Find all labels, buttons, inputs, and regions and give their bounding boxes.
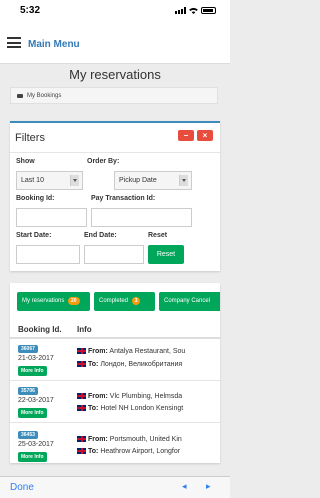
top-navbar: Main Menu [0, 24, 230, 64]
order-by-select[interactable]: Pickup Date [114, 171, 192, 190]
count-badge: 3 [131, 297, 141, 305]
filters-header: Filters − × [10, 123, 220, 153]
page-title: My reservations [69, 67, 161, 82]
order-by-select-value: Pickup Date [119, 177, 157, 184]
reset-button[interactable]: Reset [148, 245, 184, 264]
count-badge: 20 [68, 297, 80, 305]
route-to: To: Heathrow Airport, Longfor [77, 448, 180, 455]
booking-id-label: Booking Id: [16, 195, 55, 202]
route-to: To: Лондон, Великобритания [77, 361, 182, 368]
end-date-label: End Date: [84, 232, 117, 239]
uk-flag-icon [77, 348, 86, 355]
keyboard-accessory-bar: Done ◂ ▸ [0, 476, 230, 498]
show-select[interactable]: Last 10 [16, 171, 83, 190]
show-select-value: Last 10 [21, 177, 44, 184]
route-to: To: Hotel NH London Kensingt [77, 405, 183, 412]
table-row: 36453 25-03-2017 More Info From: Portsmo… [10, 427, 220, 463]
more-info-button[interactable]: More Info [18, 408, 47, 418]
chevron-down-icon [179, 175, 188, 186]
breadcrumb-item-my-bookings[interactable]: My Bookings [27, 93, 61, 99]
booking-id-badge[interactable]: 35706 [18, 387, 38, 395]
start-date-label: Start Date: [16, 232, 52, 239]
tab-company-cancel[interactable]: Company Cancel [159, 292, 220, 311]
uk-flag-icon [77, 448, 86, 455]
filters-title: Filters [15, 132, 45, 144]
order-by-label: Order By: [87, 158, 120, 165]
booking-id-input[interactable] [16, 208, 87, 227]
hamburger-menu-icon[interactable] [7, 37, 21, 48]
table-header: Booking Id. Info [10, 319, 220, 339]
reset-label: Reset [148, 232, 168, 239]
battery-icon [201, 7, 216, 14]
tab-label: My reservations [22, 298, 65, 304]
uk-flag-icon [77, 436, 86, 443]
table-row: 35706 22-03-2017 More Info From: Vlc Plu… [10, 383, 220, 423]
route-from: From: Vlc Plumbing, Helmsda [77, 393, 182, 400]
booking-id-badge[interactable]: 36453 [18, 431, 38, 439]
show-label: Show [16, 158, 35, 165]
start-date-input[interactable] [16, 245, 80, 264]
car-icon [17, 93, 23, 98]
reservations-panel: My reservations 20 Completed 3 Company C… [10, 283, 220, 463]
collapse-button[interactable]: − [178, 130, 194, 141]
uk-flag-icon [77, 361, 86, 368]
route-from: From: Portsmouth, United Kin [77, 436, 182, 443]
uk-flag-icon [77, 405, 86, 412]
table-row: 36067 21-03-2017 More Info From: Antalya… [10, 341, 220, 381]
pay-transaction-id-input[interactable] [91, 208, 192, 227]
end-date-input[interactable] [84, 245, 144, 264]
tab-label: Completed [99, 298, 129, 304]
close-button[interactable]: × [197, 130, 213, 141]
status-icons [175, 7, 216, 14]
tab-completed[interactable]: Completed 3 [94, 292, 155, 311]
previous-arrow-icon[interactable]: ◂ [182, 481, 187, 492]
booking-id-badge[interactable]: 36067 [18, 345, 38, 353]
route-from: From: Antalya Restaurant, Sou [77, 348, 185, 355]
done-button[interactable]: Done [10, 482, 34, 493]
column-header-booking-id: Booking Id. [18, 325, 62, 334]
wifi-icon [189, 7, 198, 14]
pay-transaction-id-label: Pay Transaction Id: [91, 195, 156, 202]
breadcrumb: My Bookings [10, 87, 218, 104]
tab-label: Company Cancel [164, 298, 211, 304]
uk-flag-icon [77, 393, 86, 400]
status-bar: 5:32 [0, 0, 230, 24]
booking-date: 22-03-2017 [18, 397, 54, 404]
booking-date: 25-03-2017 [18, 441, 54, 448]
column-header-info: Info [77, 325, 92, 334]
tab-my-reservations[interactable]: My reservations 20 [17, 292, 90, 311]
chevron-down-icon [70, 175, 79, 186]
status-time: 5:32 [20, 5, 41, 16]
more-info-button[interactable]: More Info [18, 366, 47, 376]
next-arrow-icon[interactable]: ▸ [206, 481, 211, 492]
booking-date: 21-03-2017 [18, 355, 54, 362]
more-info-button[interactable]: More Info [18, 452, 47, 462]
main-menu-link[interactable]: Main Menu [28, 39, 80, 50]
signal-icon [175, 7, 186, 14]
